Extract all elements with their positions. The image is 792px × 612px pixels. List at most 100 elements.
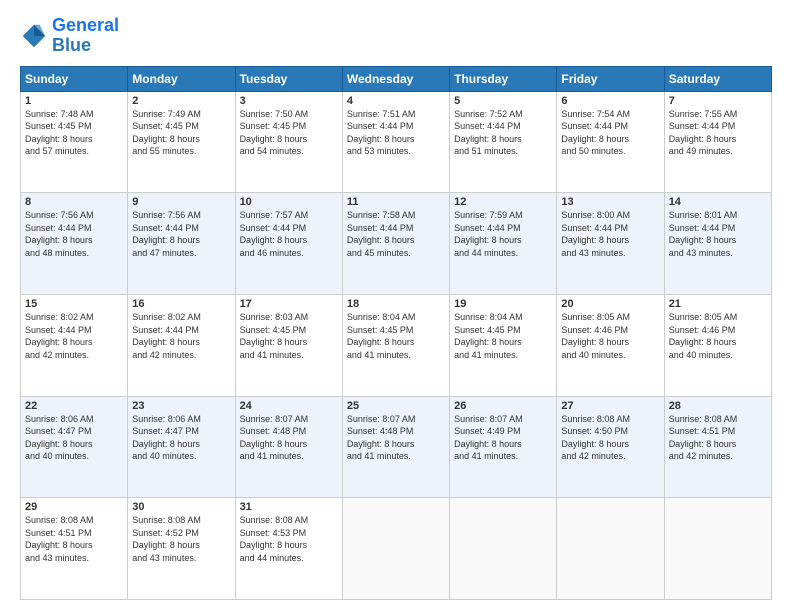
calendar-header-tuesday: Tuesday	[235, 66, 342, 91]
calendar-cell: 7 Sunrise: 7:55 AMSunset: 4:44 PMDayligh…	[664, 91, 771, 193]
calendar-cell: 12 Sunrise: 7:59 AMSunset: 4:44 PMDaylig…	[450, 193, 557, 295]
day-number: 6	[561, 95, 659, 107]
calendar-header-sunday: Sunday	[21, 66, 128, 91]
calendar-cell: 10 Sunrise: 7:57 AMSunset: 4:44 PMDaylig…	[235, 193, 342, 295]
logo-text: General Blue	[52, 16, 119, 56]
logo-icon	[20, 22, 48, 50]
day-number: 27	[561, 400, 659, 412]
day-info: Sunrise: 7:49 AMSunset: 4:45 PMDaylight:…	[132, 108, 230, 158]
day-number: 22	[25, 400, 123, 412]
calendar-cell	[342, 498, 449, 600]
day-info: Sunrise: 8:06 AMSunset: 4:47 PMDaylight:…	[25, 413, 123, 463]
day-info: Sunrise: 7:56 AMSunset: 4:44 PMDaylight:…	[25, 209, 123, 259]
day-number: 18	[347, 298, 445, 310]
calendar-header-thursday: Thursday	[450, 66, 557, 91]
day-number: 13	[561, 196, 659, 208]
day-number: 31	[240, 501, 338, 513]
calendar-week-3: 15 Sunrise: 8:02 AMSunset: 4:44 PMDaylig…	[21, 294, 772, 396]
day-number: 29	[25, 501, 123, 513]
day-number: 3	[240, 95, 338, 107]
calendar-table: SundayMondayTuesdayWednesdayThursdayFrid…	[20, 66, 772, 600]
calendar-cell: 27 Sunrise: 8:08 AMSunset: 4:50 PMDaylig…	[557, 396, 664, 498]
calendar-cell: 20 Sunrise: 8:05 AMSunset: 4:46 PMDaylig…	[557, 294, 664, 396]
calendar-week-2: 8 Sunrise: 7:56 AMSunset: 4:44 PMDayligh…	[21, 193, 772, 295]
logo: General Blue	[20, 16, 119, 56]
calendar-cell	[664, 498, 771, 600]
day-info: Sunrise: 7:52 AMSunset: 4:44 PMDaylight:…	[454, 108, 552, 158]
day-info: Sunrise: 7:59 AMSunset: 4:44 PMDaylight:…	[454, 209, 552, 259]
day-info: Sunrise: 7:58 AMSunset: 4:44 PMDaylight:…	[347, 209, 445, 259]
calendar-cell: 25 Sunrise: 8:07 AMSunset: 4:48 PMDaylig…	[342, 396, 449, 498]
calendar-cell: 3 Sunrise: 7:50 AMSunset: 4:45 PMDayligh…	[235, 91, 342, 193]
calendar-header-saturday: Saturday	[664, 66, 771, 91]
calendar-cell: 14 Sunrise: 8:01 AMSunset: 4:44 PMDaylig…	[664, 193, 771, 295]
calendar-cell: 23 Sunrise: 8:06 AMSunset: 4:47 PMDaylig…	[128, 396, 235, 498]
calendar-week-5: 29 Sunrise: 8:08 AMSunset: 4:51 PMDaylig…	[21, 498, 772, 600]
day-info: Sunrise: 8:07 AMSunset: 4:48 PMDaylight:…	[347, 413, 445, 463]
day-info: Sunrise: 7:48 AMSunset: 4:45 PMDaylight:…	[25, 108, 123, 158]
calendar-week-1: 1 Sunrise: 7:48 AMSunset: 4:45 PMDayligh…	[21, 91, 772, 193]
day-info: Sunrise: 8:07 AMSunset: 4:48 PMDaylight:…	[240, 413, 338, 463]
calendar-cell: 2 Sunrise: 7:49 AMSunset: 4:45 PMDayligh…	[128, 91, 235, 193]
calendar-body: 1 Sunrise: 7:48 AMSunset: 4:45 PMDayligh…	[21, 91, 772, 599]
day-number: 4	[347, 95, 445, 107]
day-info: Sunrise: 8:06 AMSunset: 4:47 PMDaylight:…	[132, 413, 230, 463]
day-number: 9	[132, 196, 230, 208]
day-info: Sunrise: 8:07 AMSunset: 4:49 PMDaylight:…	[454, 413, 552, 463]
calendar-header-row: SundayMondayTuesdayWednesdayThursdayFrid…	[21, 66, 772, 91]
day-number: 2	[132, 95, 230, 107]
day-number: 19	[454, 298, 552, 310]
day-info: Sunrise: 8:03 AMSunset: 4:45 PMDaylight:…	[240, 311, 338, 361]
day-number: 14	[669, 196, 767, 208]
calendar-cell: 11 Sunrise: 7:58 AMSunset: 4:44 PMDaylig…	[342, 193, 449, 295]
day-number: 20	[561, 298, 659, 310]
day-number: 7	[669, 95, 767, 107]
day-info: Sunrise: 8:08 AMSunset: 4:53 PMDaylight:…	[240, 514, 338, 564]
day-number: 23	[132, 400, 230, 412]
calendar-cell: 16 Sunrise: 8:02 AMSunset: 4:44 PMDaylig…	[128, 294, 235, 396]
day-number: 8	[25, 196, 123, 208]
calendar-cell: 6 Sunrise: 7:54 AMSunset: 4:44 PMDayligh…	[557, 91, 664, 193]
day-info: Sunrise: 8:02 AMSunset: 4:44 PMDaylight:…	[132, 311, 230, 361]
day-info: Sunrise: 8:05 AMSunset: 4:46 PMDaylight:…	[561, 311, 659, 361]
day-info: Sunrise: 7:55 AMSunset: 4:44 PMDaylight:…	[669, 108, 767, 158]
day-number: 28	[669, 400, 767, 412]
page: General Blue SundayMondayTuesdayWednesda…	[0, 0, 792, 612]
calendar-cell: 17 Sunrise: 8:03 AMSunset: 4:45 PMDaylig…	[235, 294, 342, 396]
day-number: 26	[454, 400, 552, 412]
calendar-header-friday: Friday	[557, 66, 664, 91]
day-number: 1	[25, 95, 123, 107]
day-number: 21	[669, 298, 767, 310]
calendar-cell: 21 Sunrise: 8:05 AMSunset: 4:46 PMDaylig…	[664, 294, 771, 396]
day-info: Sunrise: 7:56 AMSunset: 4:44 PMDaylight:…	[132, 209, 230, 259]
day-number: 24	[240, 400, 338, 412]
day-info: Sunrise: 8:08 AMSunset: 4:50 PMDaylight:…	[561, 413, 659, 463]
day-number: 5	[454, 95, 552, 107]
calendar-cell: 22 Sunrise: 8:06 AMSunset: 4:47 PMDaylig…	[21, 396, 128, 498]
calendar-cell: 15 Sunrise: 8:02 AMSunset: 4:44 PMDaylig…	[21, 294, 128, 396]
calendar-cell: 18 Sunrise: 8:04 AMSunset: 4:45 PMDaylig…	[342, 294, 449, 396]
calendar-cell: 30 Sunrise: 8:08 AMSunset: 4:52 PMDaylig…	[128, 498, 235, 600]
calendar-cell	[557, 498, 664, 600]
calendar-cell: 28 Sunrise: 8:08 AMSunset: 4:51 PMDaylig…	[664, 396, 771, 498]
calendar-cell: 19 Sunrise: 8:04 AMSunset: 4:45 PMDaylig…	[450, 294, 557, 396]
day-info: Sunrise: 8:08 AMSunset: 4:51 PMDaylight:…	[669, 413, 767, 463]
calendar-week-4: 22 Sunrise: 8:06 AMSunset: 4:47 PMDaylig…	[21, 396, 772, 498]
day-info: Sunrise: 8:00 AMSunset: 4:44 PMDaylight:…	[561, 209, 659, 259]
calendar-cell: 4 Sunrise: 7:51 AMSunset: 4:44 PMDayligh…	[342, 91, 449, 193]
day-number: 15	[25, 298, 123, 310]
day-info: Sunrise: 7:54 AMSunset: 4:44 PMDaylight:…	[561, 108, 659, 158]
day-info: Sunrise: 7:51 AMSunset: 4:44 PMDaylight:…	[347, 108, 445, 158]
day-number: 11	[347, 196, 445, 208]
calendar-header-monday: Monday	[128, 66, 235, 91]
day-number: 10	[240, 196, 338, 208]
header: General Blue	[20, 16, 772, 56]
calendar-cell: 26 Sunrise: 8:07 AMSunset: 4:49 PMDaylig…	[450, 396, 557, 498]
day-info: Sunrise: 8:02 AMSunset: 4:44 PMDaylight:…	[25, 311, 123, 361]
calendar-cell: 5 Sunrise: 7:52 AMSunset: 4:44 PMDayligh…	[450, 91, 557, 193]
calendar-cell: 13 Sunrise: 8:00 AMSunset: 4:44 PMDaylig…	[557, 193, 664, 295]
calendar-cell: 24 Sunrise: 8:07 AMSunset: 4:48 PMDaylig…	[235, 396, 342, 498]
calendar-cell: 29 Sunrise: 8:08 AMSunset: 4:51 PMDaylig…	[21, 498, 128, 600]
calendar-cell: 31 Sunrise: 8:08 AMSunset: 4:53 PMDaylig…	[235, 498, 342, 600]
calendar-cell: 1 Sunrise: 7:48 AMSunset: 4:45 PMDayligh…	[21, 91, 128, 193]
